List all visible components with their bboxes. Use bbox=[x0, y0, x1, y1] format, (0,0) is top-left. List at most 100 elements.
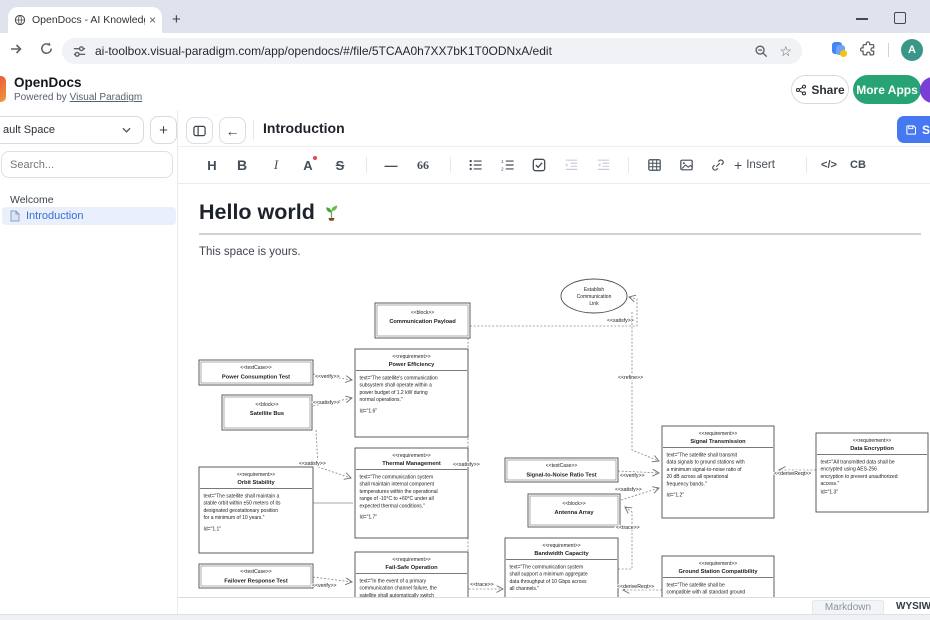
profile-avatar[interactable]: A bbox=[901, 39, 923, 61]
bottom-strip bbox=[0, 614, 930, 620]
svg-text:Fail-Safe Operation: Fail-Safe Operation bbox=[385, 565, 438, 571]
opendocs-logo bbox=[0, 76, 6, 102]
zoom-out-magnifier-icon[interactable] bbox=[754, 44, 769, 59]
share-nodes-icon bbox=[795, 84, 807, 96]
node-fail-safe-operation: <<requirement>>Fail-Safe Operationtext="… bbox=[355, 552, 468, 597]
space-selector-dropdown[interactable]: ault Space bbox=[0, 116, 144, 144]
svg-text:text="In the event of a primar: text="In the event of a primary bbox=[360, 579, 427, 585]
svg-text:compatible with all standard g: compatible with all standard ground bbox=[667, 590, 746, 596]
sidebar-section-label: Welcome bbox=[10, 194, 54, 206]
strikethrough-button[interactable]: S bbox=[328, 153, 352, 177]
svg-text:communication channel failure,: communication channel failure, the bbox=[360, 586, 437, 592]
edge-label: <<satisfy>> bbox=[607, 318, 634, 324]
toolbar-divider bbox=[888, 43, 889, 57]
node-data-encryption: <<requirement>>Data Encryptiontext="All … bbox=[816, 433, 928, 512]
text-color-button[interactable]: A bbox=[296, 153, 320, 177]
edge-label: <<verify>> bbox=[315, 374, 340, 380]
svg-text:text="The satellite's communic: text="The satellite's communication bbox=[360, 376, 438, 382]
heading-button[interactable]: H bbox=[200, 153, 224, 177]
svg-text:shall support a minimum aggreg: shall support a minimum aggregate bbox=[510, 572, 588, 578]
horizontal-rule-button[interactable]: — bbox=[379, 153, 403, 177]
svg-text:Bandwidth Capacity: Bandwidth Capacity bbox=[534, 551, 589, 557]
numbered-list-button[interactable]: 12 bbox=[495, 153, 519, 177]
edge-label: <<trace>> bbox=[616, 525, 640, 531]
share-button[interactable]: Share bbox=[791, 75, 849, 104]
toggle-sidebar-button[interactable] bbox=[186, 117, 213, 144]
edge-label: <<refine>> bbox=[618, 375, 643, 381]
browser-tab[interactable]: OpenDocs - AI Knowledge Base × bbox=[8, 7, 162, 33]
sidebar-item-label: Introduction bbox=[26, 210, 83, 222]
add-space-button[interactable]: + bbox=[150, 116, 177, 144]
new-tab-button[interactable]: + bbox=[172, 11, 181, 28]
search-input[interactable] bbox=[1, 151, 173, 178]
extension-blue-icon[interactable] bbox=[832, 42, 846, 56]
save-button[interactable]: Sa bbox=[897, 116, 930, 143]
more-apps-button[interactable]: More Apps bbox=[853, 75, 921, 104]
svg-text:text="The communication system: text="The communication system bbox=[360, 475, 434, 481]
svg-text:range of -10°C to +60°C under: range of -10°C to +60°C under all bbox=[360, 496, 434, 502]
svg-text:2: 2 bbox=[500, 167, 503, 172]
svg-text:<<testCase>>: <<testCase>> bbox=[240, 365, 271, 371]
node-orbit-stability: <<requirement>>Orbit Stabilitytext="The … bbox=[199, 467, 313, 553]
forward-arrow-icon[interactable] bbox=[8, 41, 24, 62]
svg-text:<<requirement>>: <<requirement>> bbox=[853, 438, 891, 444]
powered-by: Powered by Visual Paradigm bbox=[14, 92, 142, 103]
toolbar-separator bbox=[628, 157, 629, 173]
svg-text:encrypted using AES-256: encrypted using AES-256 bbox=[821, 467, 878, 473]
node-signal-to-noise-ratio-test: <<testCase>>Signal-to-Noise Ratio Test bbox=[505, 458, 618, 482]
bullet-list-icon bbox=[468, 158, 483, 172]
image-button[interactable] bbox=[674, 153, 698, 177]
bold-button[interactable]: B bbox=[230, 153, 254, 177]
toolbar-separator bbox=[366, 157, 367, 173]
visual-paradigm-link[interactable]: Visual Paradigm bbox=[70, 92, 143, 103]
extensions-puzzle-icon[interactable] bbox=[860, 41, 876, 62]
svg-text:Thermal Management: Thermal Management bbox=[382, 461, 441, 467]
svg-text:Link: Link bbox=[589, 301, 599, 307]
svg-text:<<testCase>>: <<testCase>> bbox=[546, 463, 577, 469]
window-minimize-icon[interactable] bbox=[856, 18, 868, 20]
outdent-button bbox=[591, 153, 615, 177]
code-block-button[interactable]: CB bbox=[846, 153, 870, 177]
site-settings-tune-icon[interactable] bbox=[72, 44, 87, 59]
svg-text:<<requirement>>: <<requirement>> bbox=[699, 431, 737, 437]
svg-text:Signal Transmission: Signal Transmission bbox=[690, 439, 746, 445]
svg-text:<<testCase>>: <<testCase>> bbox=[240, 569, 271, 575]
svg-text:Id="1.6": Id="1.6" bbox=[360, 408, 378, 414]
link-chain-icon bbox=[711, 158, 725, 172]
quote-button[interactable]: 66 bbox=[411, 153, 435, 177]
node-ground-station-compatibility: <<requirement>> Ground Station Compatibil… bbox=[662, 556, 774, 597]
mode-wysiwyg-button[interactable]: WYSIWYG bbox=[896, 601, 930, 612]
window-maximize-icon[interactable] bbox=[894, 12, 906, 24]
bullet-list-button[interactable] bbox=[463, 153, 487, 177]
svg-text:text="The satellite shall main: text="The satellite shall maintain a bbox=[204, 494, 280, 500]
checklist-button[interactable] bbox=[527, 153, 551, 177]
svg-text:<<block>>: <<block>> bbox=[562, 501, 585, 507]
link-button[interactable] bbox=[706, 153, 730, 177]
svg-text:20 dB across all operational: 20 dB across all operational bbox=[667, 474, 729, 480]
svg-text:Orbit Stability: Orbit Stability bbox=[237, 480, 275, 486]
url-text[interactable]: ai-toolbox.visual-paradigm.com/app/opend… bbox=[95, 44, 754, 58]
mode-markdown-button[interactable]: Markdown bbox=[812, 600, 884, 615]
edge-satbus-satisfy-thermal bbox=[316, 430, 351, 478]
svg-text:normal operations.": normal operations." bbox=[360, 397, 403, 403]
svg-text:Ground Station Compatibility: Ground Station Compatibility bbox=[679, 569, 759, 575]
edge-failover-verify-failsafe bbox=[313, 577, 352, 582]
indent-button bbox=[559, 153, 583, 177]
reload-icon[interactable] bbox=[39, 41, 54, 61]
tab-close-icon[interactable]: × bbox=[149, 13, 156, 27]
table-button[interactable] bbox=[642, 153, 666, 177]
requirement-diagram[interactable]: EstablishCommunicationLink<<block>>Commu… bbox=[178, 268, 930, 597]
insert-button[interactable]: + Insert bbox=[734, 153, 775, 177]
bookmark-star-icon[interactable]: ☆ bbox=[779, 44, 792, 58]
svg-text:Communication Payload: Communication Payload bbox=[389, 319, 456, 325]
sidebar-item-introduction[interactable]: Introduction bbox=[2, 207, 176, 225]
node-antenna-array: <<block>>Antenna Array bbox=[528, 494, 620, 527]
svg-text:<<requirement>>: <<requirement>> bbox=[699, 561, 737, 567]
inline-code-button[interactable]: </> bbox=[817, 153, 841, 177]
italic-button[interactable]: I bbox=[264, 153, 288, 177]
edge-uselink-refine-signal bbox=[632, 312, 659, 461]
svg-text:Data Encryption: Data Encryption bbox=[850, 446, 894, 452]
url-bar[interactable]: ai-toolbox.visual-paradigm.com/app/opend… bbox=[62, 38, 802, 64]
back-button[interactable]: ← bbox=[219, 117, 246, 144]
edge-label: <<verify>> bbox=[620, 473, 645, 479]
